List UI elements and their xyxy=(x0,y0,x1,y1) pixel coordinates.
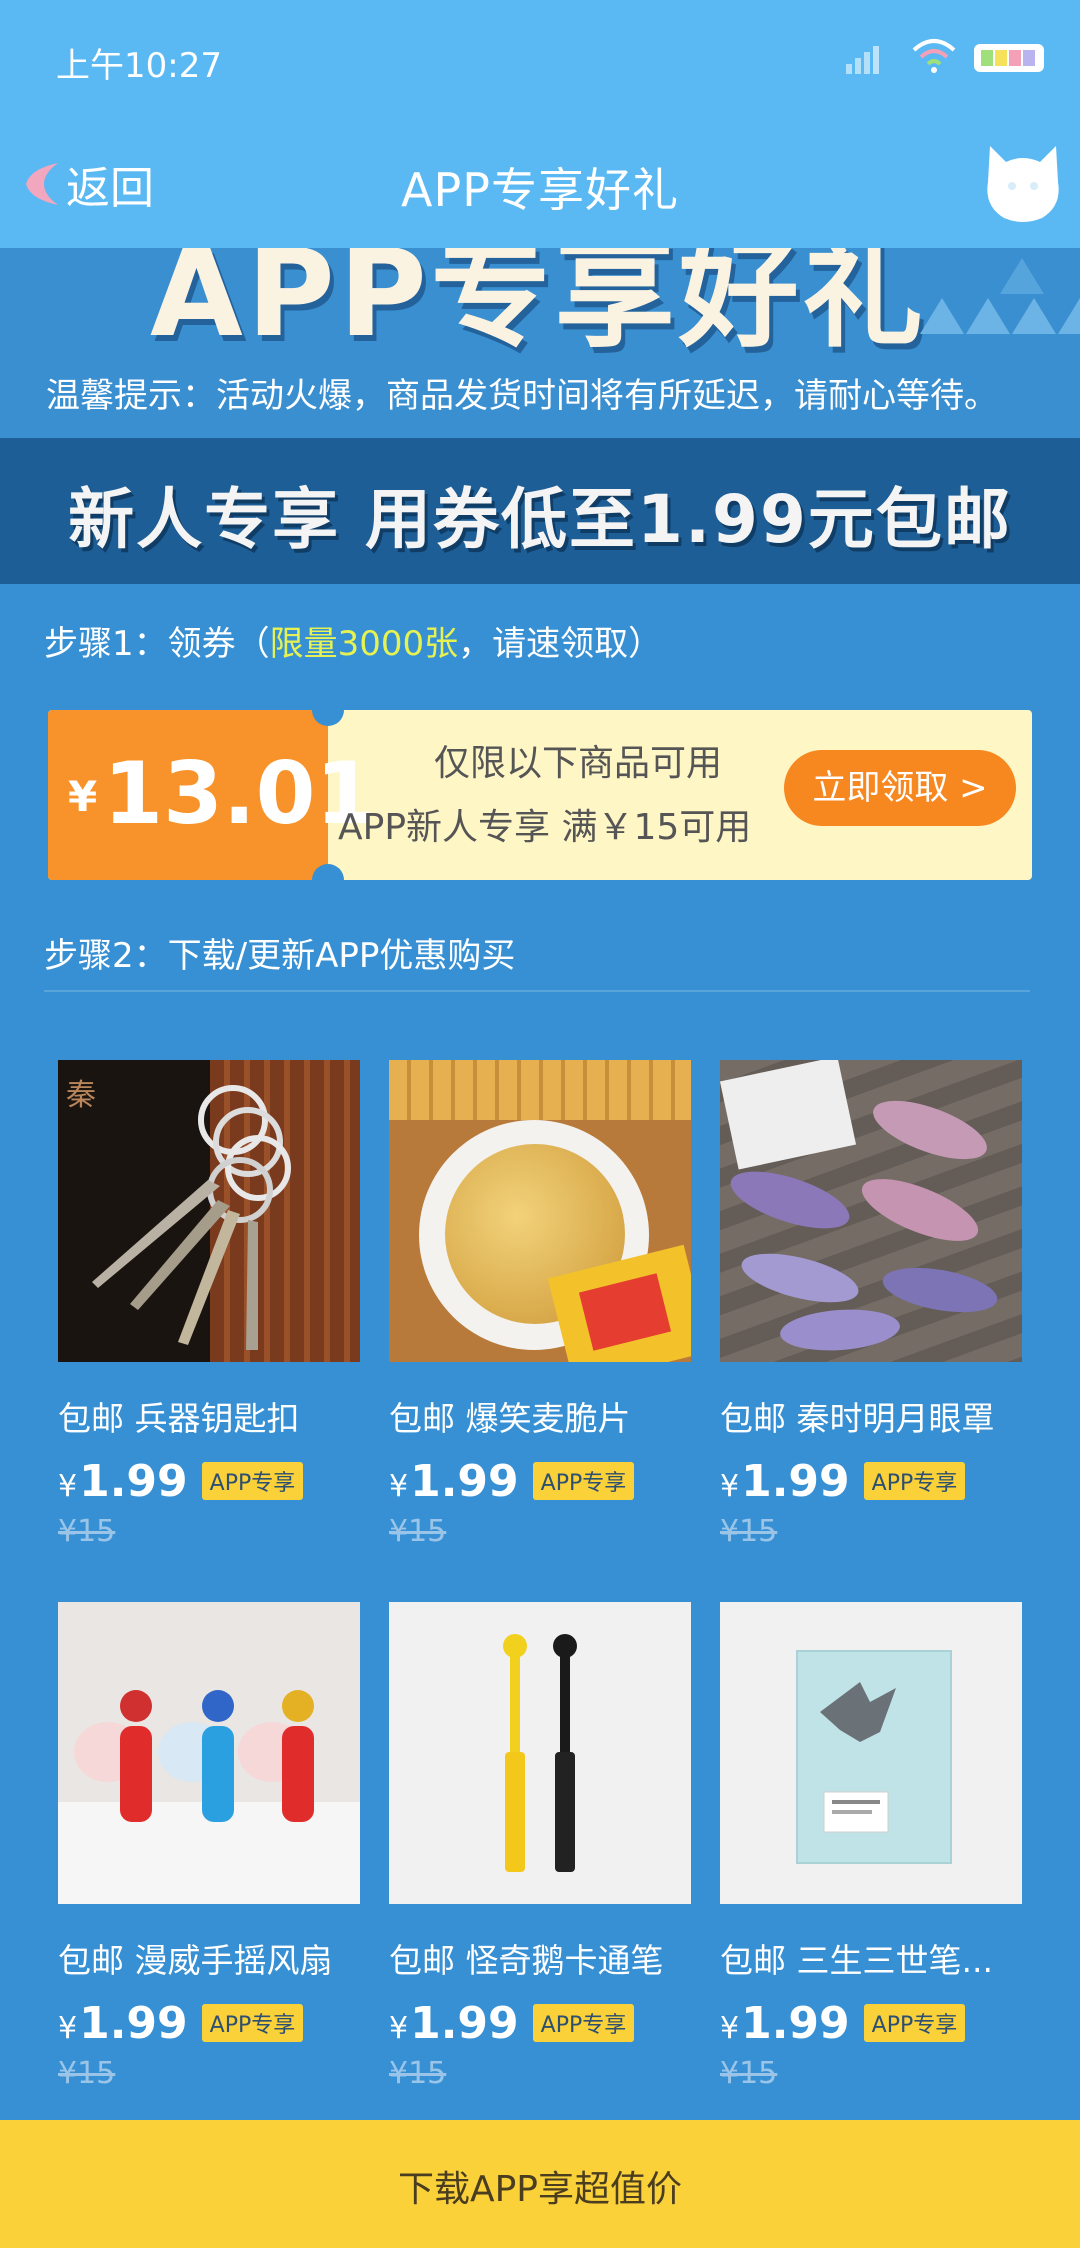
product-card[interactable]: 包邮 爆笑麦脆片 ¥1.99 APP专享 ¥15 xyxy=(389,1060,691,1549)
app-exclusive-badge: APP专享 xyxy=(201,1462,304,1500)
product-price-row: ¥1.99 APP专享 xyxy=(389,1454,691,1508)
product-name: 包邮 爆笑麦脆片 xyxy=(389,1399,631,1438)
step1-highlight: 限量3000张 xyxy=(269,624,459,664)
banner-title: APP专享好礼 xyxy=(150,248,927,364)
step1-suffix: ，请速领取） xyxy=(458,624,663,664)
promo-text: 新人专享 用券低至1.99元包邮 xyxy=(68,481,1012,558)
step1-text: 步骤1：领券（限量3000张，请速领取） xyxy=(44,616,662,665)
product-price-row: ¥1.99 APP专享 xyxy=(720,1454,1022,1508)
signal-icon xyxy=(846,40,886,74)
decor-triangle xyxy=(1000,258,1044,294)
product-price: ¥1.99 xyxy=(720,1998,850,2049)
coupon-card[interactable]: ¥13.01 仅限以下商品可用 APP新人专享 满￥15可用 立即领取 > xyxy=(48,694,1032,896)
product-old-price: ¥15 xyxy=(58,1514,116,1549)
price-value: 1.99 xyxy=(410,1455,519,1507)
coupon-currency: ¥ xyxy=(68,772,98,821)
decor-triangle xyxy=(1012,298,1056,334)
product-name: 包邮 兵器钥匙扣 xyxy=(58,1399,300,1438)
product-card[interactable]: 包邮 怪奇鹅卡通笔 ¥1.99 APP专享 ¥15 xyxy=(389,1602,691,2091)
coupon-notch xyxy=(312,694,344,726)
product-name: 包邮 漫威手摇风扇 xyxy=(58,1941,333,1980)
decor-triangle xyxy=(1058,298,1080,334)
decor-triangle xyxy=(920,298,964,334)
app-exclusive-badge: APP专享 xyxy=(863,1462,966,1500)
product-old-price: ¥15 xyxy=(389,2056,447,2091)
download-app-button[interactable]: 下载APP享超值价 xyxy=(0,2120,1080,2248)
product-card[interactable]: 包邮 秦时明月眼罩 ¥1.99 APP专享 ¥15 xyxy=(720,1060,1022,1549)
app-exclusive-badge: APP专享 xyxy=(532,1462,635,1500)
price-value: 1.99 xyxy=(741,1455,850,1507)
product-card[interactable]: 秦 包邮 兵器钥匙扣 ¥1.99 APP专享 ¥15 xyxy=(58,1060,360,1549)
product-image-crackers xyxy=(389,1060,691,1362)
product-image-notebook xyxy=(720,1602,1022,1904)
download-app-label: 下载APP享超值价 xyxy=(397,2169,683,2210)
claim-coupon-button[interactable]: 立即领取 > xyxy=(784,750,1016,826)
app-exclusive-badge: APP专享 xyxy=(863,2004,966,2042)
product-price-row: ¥1.99 APP专享 xyxy=(720,1996,1022,2050)
banner-tip: 温馨提示：活动火爆，商品发货时间将有所延迟，请耐心等待。 xyxy=(46,376,998,416)
product-image-goose-pen xyxy=(389,1602,691,1904)
price-value: 1.99 xyxy=(79,1997,188,2049)
price-value: 1.99 xyxy=(410,1997,519,2049)
product-old-price: ¥15 xyxy=(720,1514,778,1549)
top-bar: 上午10:27 返回 APP专享好礼 xyxy=(0,0,1080,248)
product-image-eye-mask xyxy=(720,1060,1022,1362)
header: 返回 APP专享好礼 xyxy=(0,118,1080,248)
status-bar: 上午10:27 xyxy=(0,0,1080,118)
product-price-row: ¥1.99 APP专享 xyxy=(58,1454,360,1508)
product-price: ¥1.99 xyxy=(58,1456,188,1507)
product-price: ¥1.99 xyxy=(58,1998,188,2049)
product-old-price: ¥15 xyxy=(58,2056,116,2091)
product-image-hand-fan xyxy=(58,1602,360,1904)
price-currency: ¥ xyxy=(58,2010,78,2046)
fox-mascot-icon[interactable] xyxy=(982,136,1064,226)
app-exclusive-badge: APP专享 xyxy=(532,2004,635,2042)
product-price-row: ¥1.99 APP专享 xyxy=(389,1996,691,2050)
product-old-price: ¥15 xyxy=(389,1514,447,1549)
coupon-amount-panel: ¥13.01 xyxy=(48,710,375,880)
price-currency: ¥ xyxy=(720,1468,740,1504)
product-price-row: ¥1.99 APP专享 xyxy=(58,1996,360,2050)
wifi-icon xyxy=(912,39,956,73)
status-time: 上午10:27 xyxy=(56,46,222,86)
price-currency: ¥ xyxy=(58,1468,78,1504)
page-title: APP专享好礼 xyxy=(401,163,679,217)
battery-icon xyxy=(974,44,1044,72)
product-price: ¥1.99 xyxy=(389,1998,519,2049)
product-old-price: ¥15 xyxy=(720,2056,778,2091)
divider xyxy=(44,990,1030,992)
price-value: 1.99 xyxy=(741,1997,850,2049)
product-name: 包邮 三生三世笔... xyxy=(720,1941,993,1980)
product-price: ¥1.99 xyxy=(389,1456,519,1507)
coupon-condition: 仅限以下商品可用 xyxy=(433,743,722,784)
coupon-threshold: APP新人专享 满￥15可用 xyxy=(338,807,752,848)
decor-triangle xyxy=(966,298,1010,334)
product-image-keychain: 秦 xyxy=(58,1060,360,1362)
price-currency: ¥ xyxy=(720,2010,740,2046)
app-exclusive-badge: APP专享 xyxy=(201,2004,304,2042)
price-currency: ¥ xyxy=(389,1468,409,1504)
step2-text: 步骤2：下载/更新APP优惠购买 xyxy=(44,936,516,976)
product-price: ¥1.99 xyxy=(720,1456,850,1507)
hero-banner: APP专享好礼 温馨提示：活动火爆，商品发货时间将有所延迟，请耐心等待。 xyxy=(0,248,1080,438)
price-currency: ¥ xyxy=(389,2010,409,2046)
promo-strip: 新人专享 用券低至1.99元包邮 xyxy=(0,438,1080,584)
coupon-notch xyxy=(312,864,344,896)
product-card[interactable]: 包邮 三生三世笔... ¥1.99 APP专享 ¥15 xyxy=(720,1602,1022,2091)
product-name: 包邮 怪奇鹅卡通笔 xyxy=(389,1941,664,1980)
step1-prefix: 步骤1：领券（ xyxy=(44,624,270,664)
product-card[interactable]: 包邮 漫威手摇风扇 ¥1.99 APP专享 ¥15 xyxy=(58,1602,360,2091)
product-name: 包邮 秦时明月眼罩 xyxy=(720,1399,995,1438)
price-value: 1.99 xyxy=(79,1455,188,1507)
